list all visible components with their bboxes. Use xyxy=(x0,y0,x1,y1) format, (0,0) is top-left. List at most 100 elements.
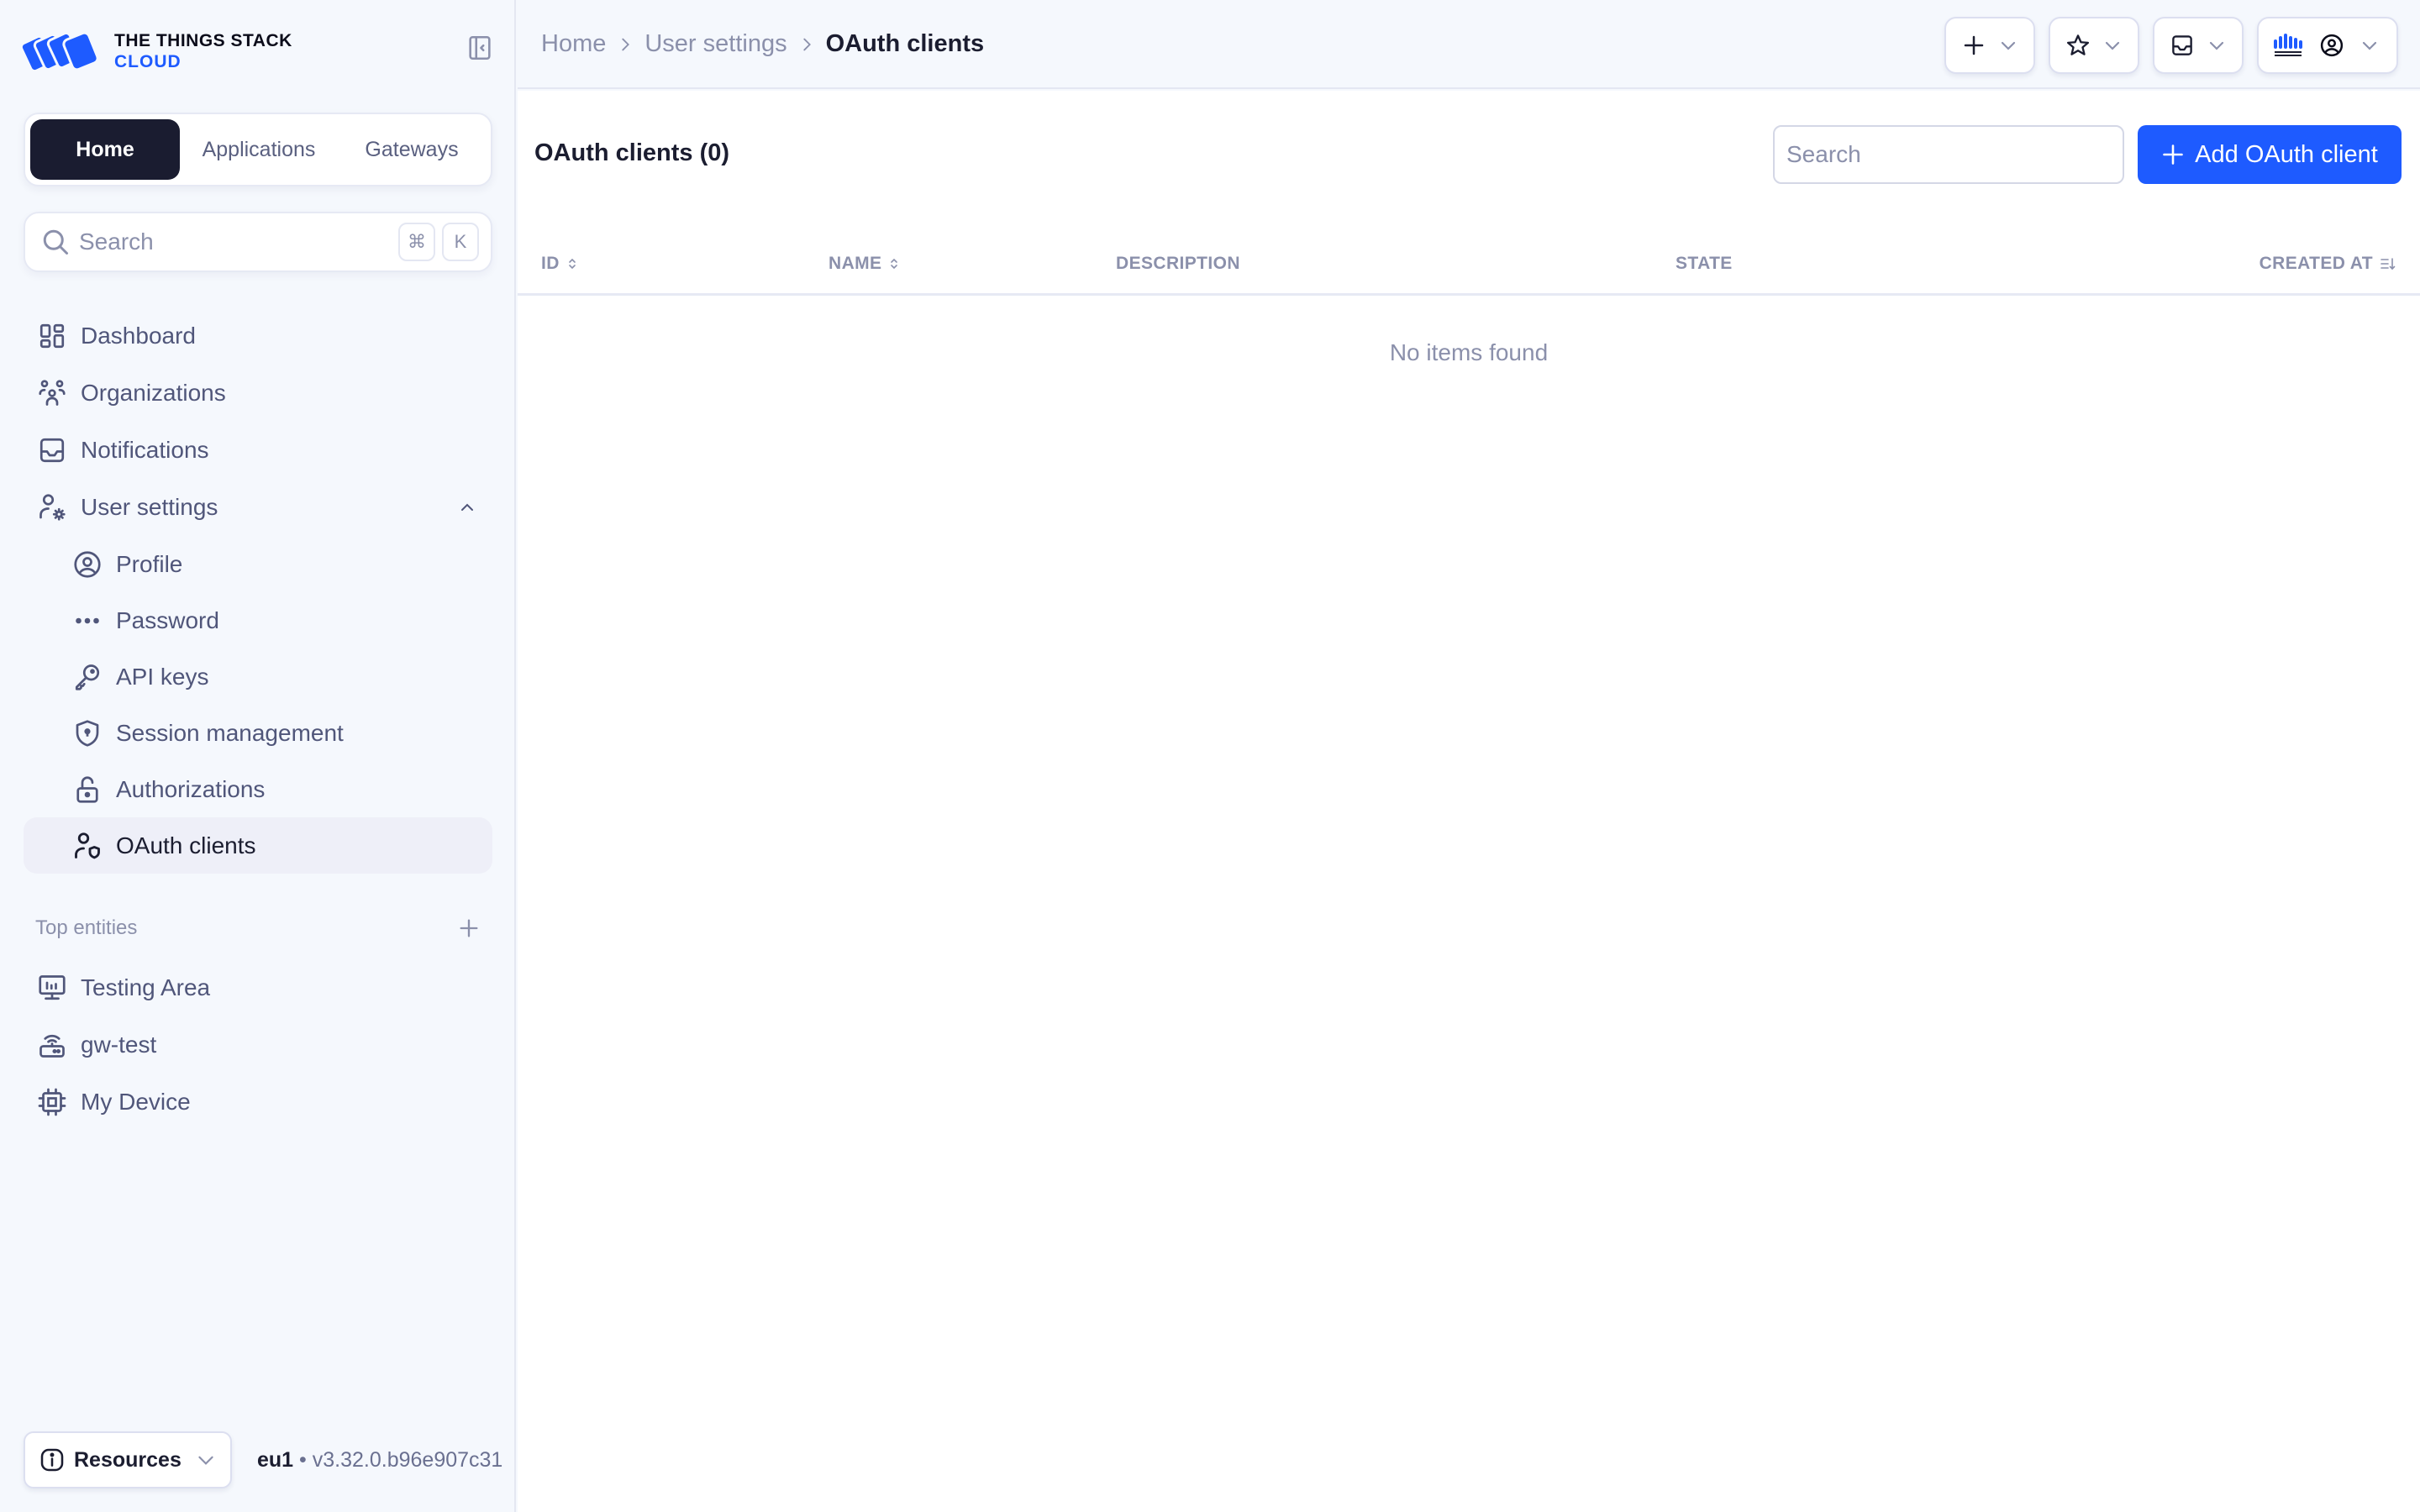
unlock-icon xyxy=(76,775,98,803)
add-top-entity-icon[interactable] xyxy=(457,916,481,940)
sort-descending-icon xyxy=(2381,258,2396,270)
sidebar-search-input[interactable] xyxy=(79,228,392,255)
chevron-down-icon xyxy=(2001,41,2016,50)
top-bar: Home User settings OAuth clients xyxy=(518,0,2420,89)
top-entities-list: Testing Area gw-test My Device xyxy=(24,959,492,1131)
sidebar-item-label: Dashboard xyxy=(81,323,196,349)
gateway-icon xyxy=(39,1034,65,1058)
key-icon xyxy=(75,664,100,690)
sidebar-collapse-icon xyxy=(469,35,491,60)
the-things-industries-logo-icon xyxy=(2274,34,2302,56)
table-header: ID NAME DESCRIPTION STATE CREATED AT xyxy=(518,247,2420,296)
sidebar-item-user-settings[interactable]: User settings xyxy=(24,479,492,536)
sidebar-item-label: API keys xyxy=(116,663,209,690)
chevron-right-icon xyxy=(622,38,630,50)
application-icon xyxy=(39,975,66,1000)
top-entity-testing-area[interactable]: Testing Area xyxy=(24,959,492,1016)
add-menu-button[interactable] xyxy=(1944,17,2035,74)
column-label: NAME xyxy=(829,254,882,273)
brand-logo[interactable]: THE THINGS STACK CLOUD xyxy=(22,30,292,72)
sidebar-item-label: Password xyxy=(116,606,219,633)
chevron-down-icon xyxy=(2105,41,2120,50)
top-entities-header: Top entities xyxy=(35,916,481,941)
cluster-name: eu1 xyxy=(257,1447,294,1472)
star-icon xyxy=(2066,34,2090,55)
bookmarks-menu-button[interactable] xyxy=(2049,17,2139,74)
version-number: v3.32.0.b96e907c31 xyxy=(312,1447,503,1472)
top-entity-label: My Device xyxy=(81,1089,191,1115)
column-header-id[interactable]: ID xyxy=(541,247,578,281)
breadcrumb-user-settings[interactable]: User settings xyxy=(644,30,786,58)
main-content: OAuth clients (0) Add OAuth client ID NA… xyxy=(518,91,2420,1512)
chevron-up-icon[interactable] xyxy=(457,497,477,517)
top-entity-my-device[interactable]: My Device xyxy=(24,1074,492,1131)
column-label: STATE xyxy=(1676,254,1733,273)
sidebar-item-label: Notifications xyxy=(81,437,209,463)
dashboard-icon xyxy=(39,323,65,349)
column-label: ID xyxy=(541,254,560,273)
top-entity-gw-test[interactable]: gw-test xyxy=(24,1016,492,1074)
sidebar-item-api-keys[interactable]: API keys xyxy=(24,648,492,705)
user-settings-icon xyxy=(39,494,66,521)
column-header-name[interactable]: NAME xyxy=(829,247,900,281)
sidebar-item-label: OAuth clients xyxy=(116,832,256,858)
breadcrumb-current: OAuth clients xyxy=(825,30,985,57)
plus-icon xyxy=(2163,144,2183,165)
switcher-tab-gateways[interactable]: Gateways xyxy=(338,119,486,180)
sidebar-item-oauth-clients[interactable]: OAuth clients xyxy=(24,817,492,874)
add-oauth-client-label: Add OAuth client xyxy=(2195,140,2378,168)
notifications-menu-button[interactable] xyxy=(2153,17,2244,74)
sidebar-collapse-button[interactable] xyxy=(466,34,494,62)
device-chip-icon xyxy=(38,1088,66,1116)
sort-icon xyxy=(569,258,576,270)
top-entity-label: Testing Area xyxy=(81,974,211,1000)
oauth-clients-search[interactable] xyxy=(1773,125,2124,184)
account-menu-button[interactable] xyxy=(2257,17,2398,74)
switcher-tab-applications[interactable]: Applications xyxy=(180,119,338,180)
oauth-clients-search-input[interactable] xyxy=(1786,141,2111,168)
switcher-tab-home[interactable]: Home xyxy=(30,119,180,180)
organizations-icon xyxy=(39,380,66,406)
version-info: eu1 • v3.32.0.b96e907c31 xyxy=(257,1448,502,1473)
sidebar-search[interactable]: ⌘ K xyxy=(24,212,492,272)
breadcrumb-home[interactable]: Home xyxy=(541,30,606,58)
column-header-state: STATE xyxy=(1676,247,1733,281)
inbox-icon xyxy=(39,438,65,463)
sidebar-item-organizations[interactable]: Organizations xyxy=(24,365,492,422)
sidebar-footer: Resources eu1 • v3.32.0.b96e907c31 xyxy=(24,1431,502,1488)
sidebar-item-authorizations[interactable]: Authorizations xyxy=(24,761,492,817)
sidebar-item-password[interactable]: Password xyxy=(24,592,492,648)
shield-lock-icon xyxy=(76,719,99,747)
sidebar-nav: Dashboard Organizations Notifications Us… xyxy=(24,307,492,874)
stacked-cards-logo-icon xyxy=(22,31,99,72)
shortcut-cmd-key: ⌘ xyxy=(398,223,435,261)
sidebar-item-dashboard[interactable]: Dashboard xyxy=(24,307,492,365)
column-label: CREATED AT xyxy=(2259,254,2373,273)
sidebar-item-label: Authorizations xyxy=(116,775,266,802)
chevron-right-icon xyxy=(802,38,811,50)
resources-label: Resources xyxy=(74,1447,182,1472)
chevron-down-icon xyxy=(2209,41,2224,50)
section-switcher: Home Applications Gateways xyxy=(24,113,492,186)
sidebar-item-notifications[interactable]: Notifications xyxy=(24,422,492,479)
sidebar-item-session-management[interactable]: Session management xyxy=(24,705,492,761)
top-entities-title: Top entities xyxy=(35,916,138,939)
sidebar-item-profile[interactable]: Profile xyxy=(24,536,492,592)
column-header-created-at[interactable]: CREATED AT xyxy=(2260,247,2396,281)
inbox-icon xyxy=(2172,35,2192,55)
add-oauth-client-button[interactable]: Add OAuth client xyxy=(2138,125,2402,184)
resources-button[interactable]: Resources xyxy=(24,1431,232,1488)
column-header-description: DESCRIPTION xyxy=(1116,247,1240,281)
search-icon xyxy=(43,229,68,255)
breadcrumb: Home User settings OAuth clients xyxy=(541,30,984,58)
sort-icon xyxy=(891,258,898,270)
plus-icon xyxy=(1964,35,1984,55)
user-shield-icon xyxy=(75,832,100,858)
sidebar-item-label: Profile xyxy=(116,550,183,577)
column-label: DESCRIPTION xyxy=(1116,254,1240,273)
user-circle-icon xyxy=(2320,34,2344,57)
empty-state-message: No items found xyxy=(1389,339,1549,365)
sidebar: THE THINGS STACK CLOUD Home Applications… xyxy=(0,0,516,1512)
top-actions xyxy=(1931,17,2398,74)
shortcut-k-key: K xyxy=(442,223,479,261)
